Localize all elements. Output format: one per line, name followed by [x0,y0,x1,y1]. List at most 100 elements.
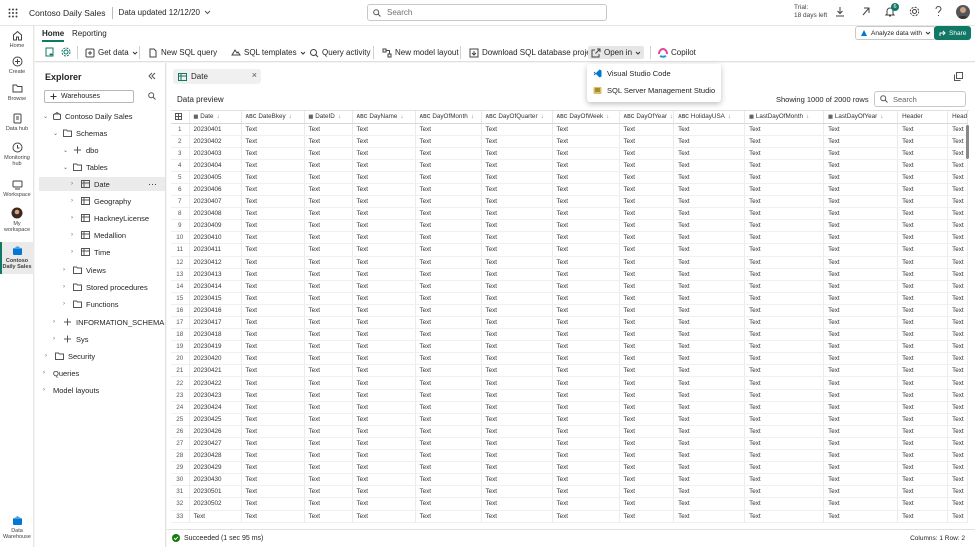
table-cell[interactable]: Text [673,207,746,221]
table-cell[interactable]: Text [673,195,746,209]
table-cell[interactable]: Text [415,159,482,172]
tab-reporting[interactable]: Reporting [72,29,107,38]
table-cell[interactable]: Text [304,207,353,221]
table-row[interactable]: 8 20230408 Text Text Text Text Text Text Text Tex… [171,207,969,221]
table-cell[interactable]: Text [673,352,746,366]
table-cell[interactable]: Text [619,376,675,390]
table-cell[interactable]: 20230425 [189,413,242,426]
table-cell[interactable]: Text [481,135,553,148]
table-cell[interactable]: Text [241,449,305,463]
tree-node-security[interactable]: › Security [45,349,95,363]
table-cell[interactable]: Text [304,437,353,451]
table-row[interactable]: 7 20230407 Text Text Text Text Text Text Text Tex… [171,195,969,209]
table-cell[interactable]: Text [352,425,416,438]
table-row[interactable]: 18 20230418 Text Text Text Text Text Text Text Te… [171,328,969,342]
table-cell[interactable]: Text [241,231,305,245]
table-cell[interactable]: Text [823,243,899,257]
table-cell[interactable]: Text [552,437,620,451]
table-cell[interactable]: Text [481,207,553,221]
table-row[interactable]: 1 20230401 Text Text Text Text Text Text Text Tex… [171,123,969,136]
new-sql-query-button[interactable]: New SQL query [145,46,220,59]
table-cell[interactable]: Text [304,159,353,172]
table-cell[interactable]: Text [304,485,353,499]
table-cell[interactable]: Text [481,280,553,293]
table-cell[interactable]: Text [823,183,899,197]
table-cell[interactable]: Text [897,159,949,172]
table-row[interactable]: 15 20230415 Text Text Text Text Text Text Text Te… [171,292,969,305]
table-cell[interactable]: Text [481,304,553,318]
table-cell[interactable]: Text [673,231,746,245]
table-cell[interactable]: Text [241,195,305,209]
table-cell[interactable]: Text [241,485,305,499]
sort-arrow-icon[interactable]: ↓ [880,113,883,120]
sort-arrow-icon[interactable]: ↓ [541,113,544,120]
data-updated[interactable]: Data updated 12/12/20 [119,8,211,17]
gear-icon[interactable] [909,6,920,17]
table-cell[interactable]: Text [552,219,620,233]
table-cell[interactable]: Text [552,256,620,269]
sort-arrow-icon[interactable]: ↓ [471,113,474,120]
table-cell[interactable]: Text [415,256,482,269]
table-cell[interactable]: Text [947,292,969,305]
table-cell[interactable]: Text [304,473,353,487]
table-cell[interactable]: Text [897,147,949,160]
table-cell[interactable]: Text [352,280,416,293]
table-cell[interactable]: 20230403 [189,147,242,160]
table-cell[interactable]: Text [481,219,553,233]
table-cell[interactable]: Text [415,135,482,148]
table-cell[interactable]: Text [304,135,353,148]
table-cell[interactable]: Text [897,376,949,390]
table-cell[interactable]: Text [744,497,825,511]
table-cell[interactable]: Text [897,364,949,378]
table-cell[interactable]: Text [619,183,675,197]
table-cell[interactable]: Text [619,425,675,438]
table-row[interactable]: 11 20230411 Text Text Text Text Text Text Text Te… [171,243,969,257]
table-cell[interactable]: Text [304,328,353,342]
table-cell[interactable]: Text [897,268,949,281]
table-cell[interactable]: Text [823,219,899,233]
table-cell[interactable]: Text [619,171,675,184]
tree-node-dbo[interactable]: ⌄ dbo [63,143,99,157]
table-cell[interactable]: Text [481,461,553,475]
table-cell[interactable]: Text [673,171,746,184]
table-cell[interactable]: Text [947,461,969,475]
table-cell[interactable]: Text [673,425,746,438]
table-cell[interactable]: Text [415,304,482,318]
tree-node-table-medallion[interactable]: › Medallion [71,228,126,242]
table-cell[interactable]: Text [352,316,416,330]
table-cell[interactable]: Text [415,461,482,475]
table-cell[interactable]: Text [947,352,969,366]
table-cell[interactable]: Text [352,510,416,523]
column-header[interactable]: ▦ LastDayOfYear ↓ [823,111,899,124]
table-cell[interactable]: Text [552,316,620,330]
table-cell[interactable]: Text [897,473,949,487]
table-cell[interactable]: Text [823,364,899,378]
table-cell[interactable]: Text [552,461,620,475]
table-cell[interactable]: Text [415,473,482,487]
table-cell[interactable]: Text [415,376,482,390]
table-cell[interactable]: Text [947,219,969,233]
table-cell[interactable]: Text [897,123,949,136]
table-cell[interactable]: Text [744,461,825,475]
table-cell[interactable]: Text [352,147,416,160]
table-cell[interactable]: 20230407 [189,195,242,209]
table-cell[interactable]: 20230426 [189,425,242,438]
table-cell[interactable]: Text [744,243,825,257]
nav-home[interactable]: Home [0,30,34,52]
table-cell[interactable]: 20230420 [189,352,242,366]
new-table-icon[interactable] [45,47,55,57]
table-cell[interactable]: Text [189,510,242,523]
table-row[interactable]: 29 20230429 Text Text Text Text Text Text Text Te… [171,461,969,475]
table-cell[interactable]: Text [241,207,305,221]
table-row[interactable]: 4 20230404 Text Text Text Text Text Text Text Tex… [171,159,969,172]
table-cell[interactable]: Text [481,195,553,209]
collapse-pane-icon[interactable] [148,72,156,80]
table-cell[interactable]: Text [947,473,969,487]
table-cell[interactable]: Text [947,328,969,342]
table-cell[interactable]: Text [619,256,675,269]
table-cell[interactable]: Text [947,316,969,330]
table-cell[interactable]: Text [415,195,482,209]
table-cell[interactable]: Text [619,159,675,172]
table-cell[interactable]: Text [552,497,620,511]
table-cell[interactable]: Text [744,159,825,172]
